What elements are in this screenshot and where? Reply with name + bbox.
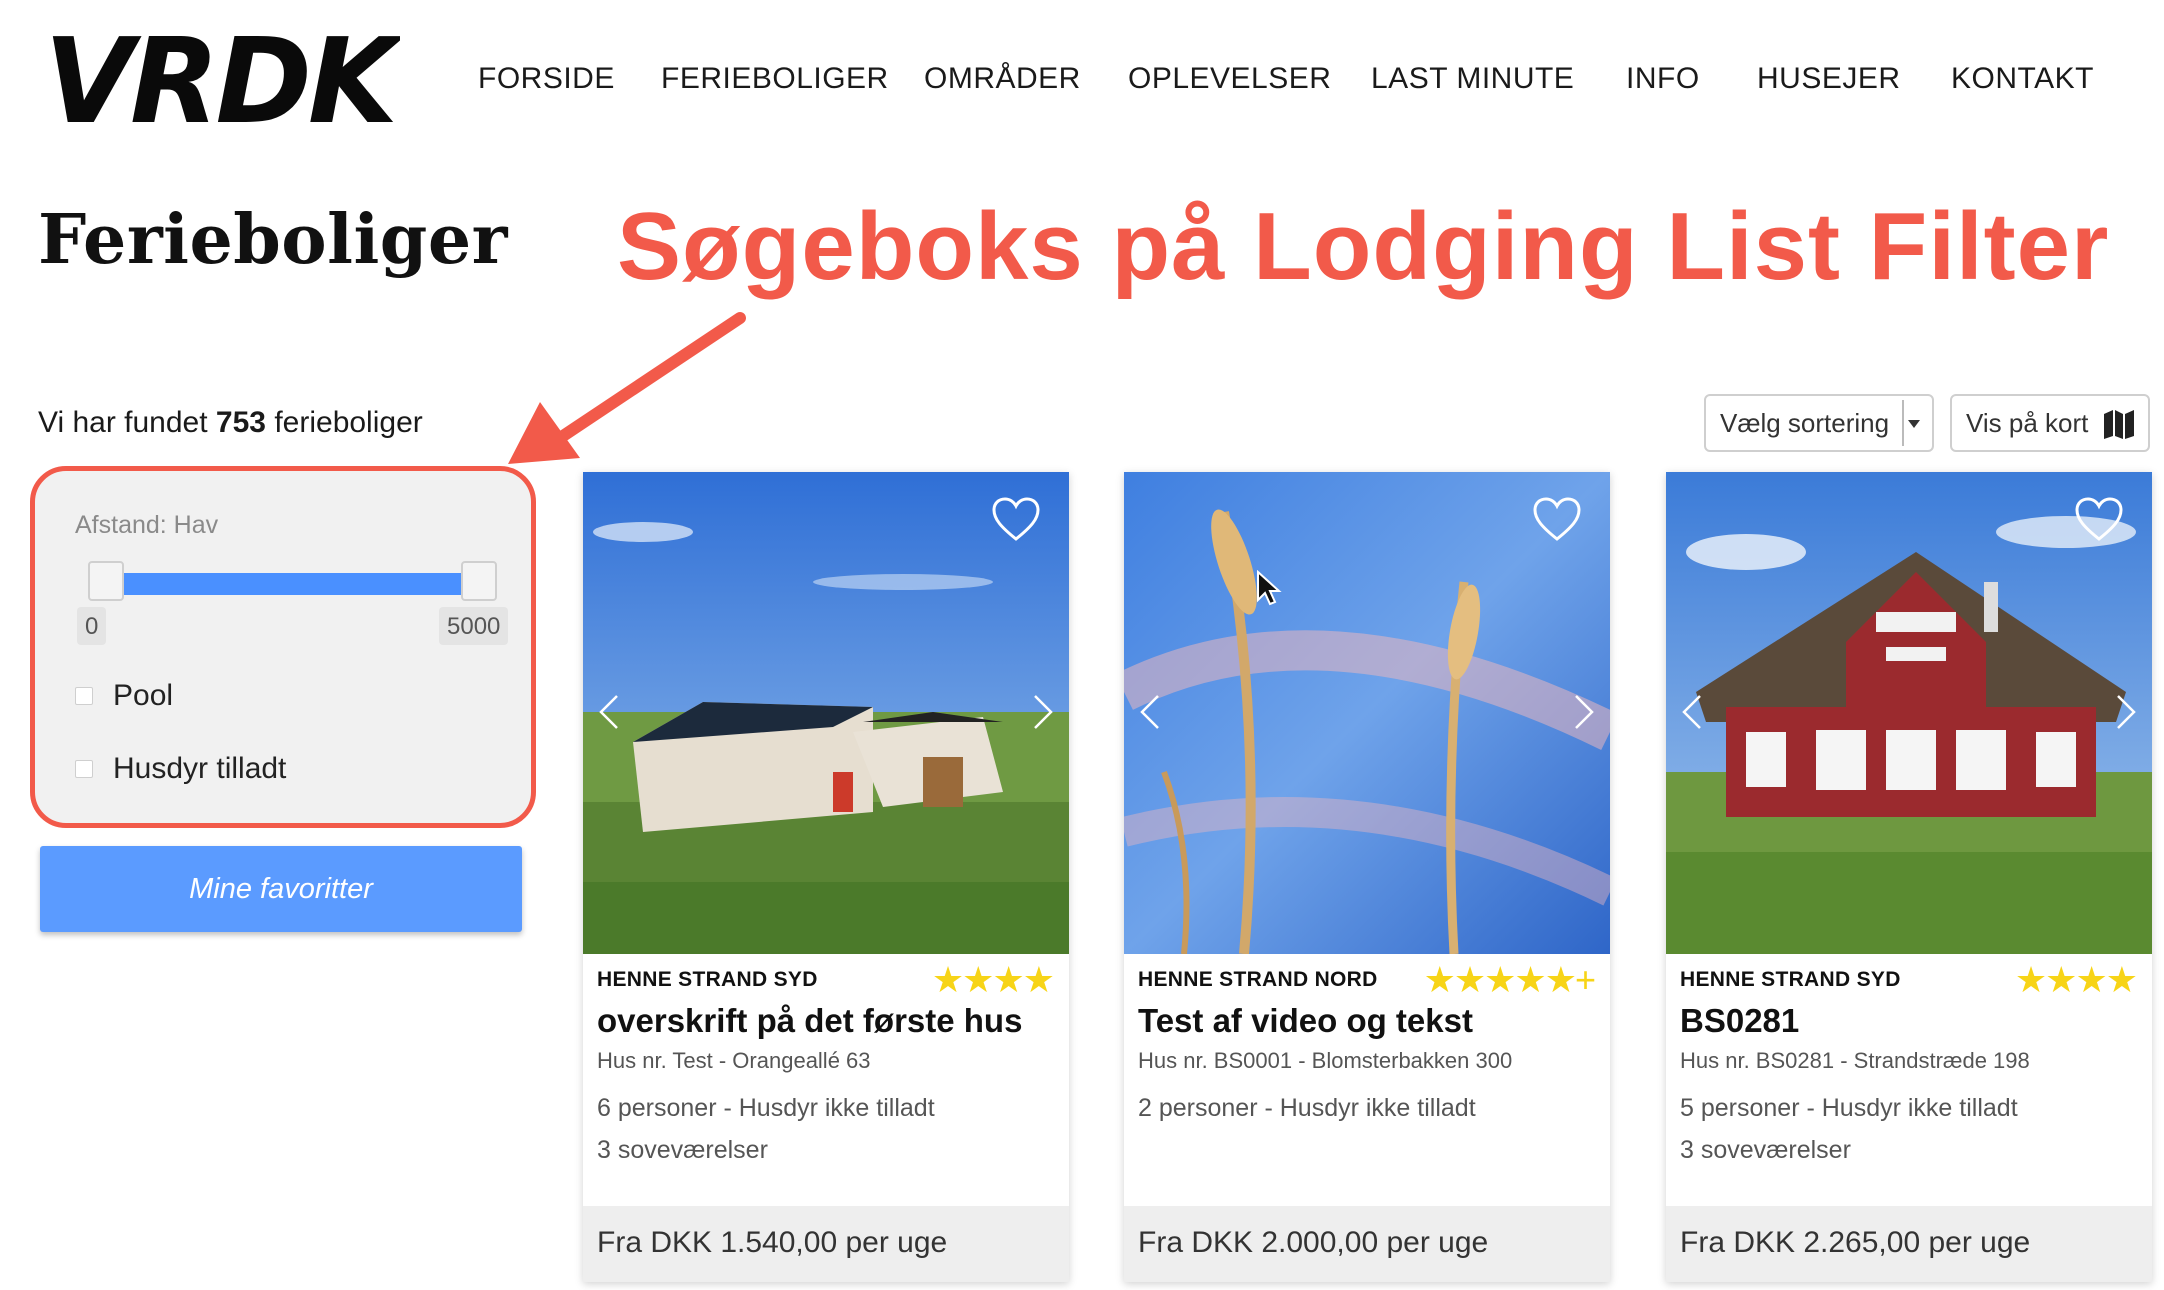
lodging-card[interactable]: HENNE STRAND NORD ★★★★★+ Test af video o… [1124,472,1610,1282]
lodging-title[interactable]: BS0281 [1680,1002,1799,1040]
carousel-prev-icon[interactable] [597,692,621,732]
result-count: Vi har fundet 753 ferieboliger [38,406,423,440]
distance-filter-label: Afstand: Hav [75,511,219,539]
lodging-bedrooms: 3 soveværelser [1680,1136,1851,1164]
my-favorites-button[interactable]: Mine favoritter [40,846,522,932]
carousel-prev-icon[interactable] [1138,692,1162,732]
favorite-heart-icon[interactable] [2074,496,2124,542]
pets-allowed-checkbox[interactable] [75,760,93,778]
slider-min-value: 0 [77,607,107,645]
favorite-heart-icon[interactable] [1532,496,1582,542]
lodging-price: Fra DKK 2.000,00 per uge [1138,1226,1489,1259]
nav-husejer[interactable]: HUSEJER [1757,62,1901,96]
lodging-card[interactable]: HENNE STRAND SYD ★★★★ BS0281 Hus nr. BS0… [1666,472,2152,1282]
star-rating: ★★★★ [2014,959,2138,1000]
lodging-card[interactable]: HENNE STRAND SYD ★★★★ overskrift på det … [583,472,1069,1282]
show-on-map-label: Vis på kort [1966,408,2089,438]
lodging-photo[interactable] [583,472,1069,954]
map-icon [2104,410,2134,439]
sort-select-label: Vælg sortering [1720,408,1890,438]
lodging-list-filter: Afstand: Hav 0 5000 Pool Husdyr tilladt [30,466,536,828]
result-count-prefix: Vi har fundet [38,406,208,439]
lodging-photo[interactable] [1666,472,2152,954]
lodging-address: Hus nr. Test - Orangeallé 63 [597,1048,871,1073]
carousel-next-icon[interactable] [2114,692,2138,732]
lodging-capacity: 6 personer - Husdyr ikke tilladt [597,1094,935,1122]
pets-allowed-label[interactable]: Husdyr tilladt [113,752,286,786]
price-bar: Fra DKK 2.000,00 per uge [1124,1206,1610,1282]
main-navigation: FORSIDE FERIEBOLIGER OMRÅDER OPLEVELSER … [0,62,2164,106]
lodging-title[interactable]: overskrift på det første hus [597,1002,1022,1040]
price-bar: Fra DKK 2.265,00 per uge [1666,1206,2152,1282]
carousel-next-icon[interactable] [1031,692,1055,732]
lodging-address: Hus nr. BS0001 - Blomsterbakken 300 [1138,1048,1513,1073]
lodging-capacity: 2 personer - Husdyr ikke tilladt [1138,1094,1476,1122]
star-rating: ★★★★★+ [1423,959,1596,1000]
nav-forside[interactable]: FORSIDE [478,62,615,96]
carousel-next-icon[interactable] [1572,692,1596,732]
lodging-bedrooms: 3 soveværelser [597,1136,768,1164]
show-on-map-button[interactable]: Vis på kort [1950,394,2150,452]
mouse-cursor-icon [1257,570,1282,606]
star-rating: ★★★★ [931,959,1055,1000]
pool-checkbox[interactable] [75,687,93,705]
lodging-area: HENNE STRAND NORD [1138,968,1378,991]
lodging-address: Hus nr. BS0281 - Strandstræde 198 [1680,1048,2030,1073]
lodging-area: HENNE STRAND SYD [597,968,818,991]
page-title: Ferieboliger [38,200,508,280]
pool-label[interactable]: Pool [113,679,173,713]
nav-kontakt[interactable]: KONTAKT [1951,62,2094,96]
nav-omraader[interactable]: OMRÅDER [924,62,1081,96]
annotation-callout: Søgeboks på Lodging List Filter [617,193,2110,300]
sort-select[interactable]: Vælg sortering [1704,394,1934,452]
nav-oplevelser[interactable]: OPLEVELSER [1128,62,1331,96]
nav-ferieboliger[interactable]: FERIEBOLIGER [661,62,889,96]
favorite-heart-icon[interactable] [991,496,1041,542]
price-bar: Fra DKK 1.540,00 per uge [583,1206,1069,1282]
lodging-photo[interactable] [1124,472,1610,954]
lodging-price: Fra DKK 1.540,00 per uge [597,1226,948,1259]
nav-last-minute[interactable]: LAST MINUTE [1371,62,1574,96]
carousel-prev-icon[interactable] [1680,692,1704,732]
result-count-number: 753 [215,406,266,439]
nav-info[interactable]: INFO [1626,62,1700,96]
slider-max-value: 5000 [439,607,509,645]
distance-slider-track[interactable] [105,573,495,595]
distance-slider-max-handle[interactable] [461,561,497,601]
result-count-suffix: ferieboliger [274,406,423,439]
chevron-down-icon [1908,420,1920,428]
lodging-capacity: 5 personer - Husdyr ikke tilladt [1680,1094,2018,1122]
lodging-title[interactable]: Test af video og tekst [1138,1002,1473,1040]
lodging-area: HENNE STRAND SYD [1680,968,1901,991]
distance-slider-min-handle[interactable] [88,561,124,601]
lodging-price: Fra DKK 2.265,00 per uge [1680,1226,2031,1259]
